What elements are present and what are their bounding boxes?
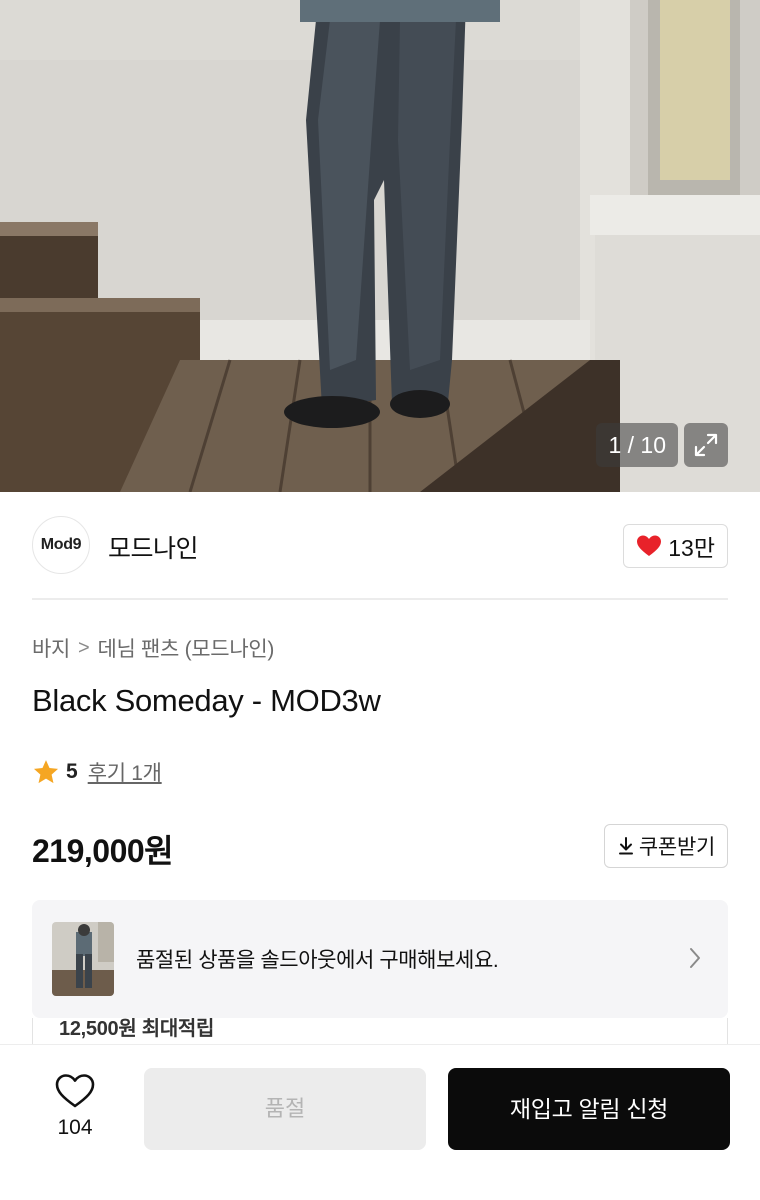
points-text: 12,500원 최대적립 bbox=[59, 1018, 215, 1040]
product-title: Black Someday - MOD3w bbox=[32, 683, 381, 718]
product-price: 219,000원 bbox=[32, 833, 174, 869]
soldout-promo-banner[interactable]: 품절된 상품을 솔드아웃에서 구매해보세요. bbox=[32, 900, 728, 1018]
image-counter: 1 / 10 bbox=[596, 423, 678, 467]
rating-value: 5 bbox=[66, 760, 78, 783]
soldout-button[interactable]: 품절 bbox=[144, 1068, 426, 1150]
points-info: 12,500원 최대적립 bbox=[32, 1018, 728, 1044]
rating-row: 5 후기 1개 bbox=[32, 757, 162, 787]
promo-text: 품절된 상품을 솔드아웃에서 구매해보세요. bbox=[136, 949, 499, 972]
breadcrumb-category[interactable]: 바지 bbox=[32, 633, 70, 663]
divider bbox=[32, 598, 728, 600]
chevron-right-icon bbox=[690, 948, 700, 968]
heart-outline-icon bbox=[55, 1074, 95, 1108]
download-icon bbox=[618, 837, 633, 855]
restock-alert-button[interactable]: 재입고 알림 신청 bbox=[448, 1068, 730, 1150]
promo-thumbnail bbox=[52, 922, 114, 996]
product-photo bbox=[0, 0, 760, 492]
breadcrumb-subcategory[interactable]: 데님 팬츠 (모드나인) bbox=[97, 633, 274, 663]
heart-filled-icon bbox=[637, 535, 662, 556]
coupon-button[interactable]: 쿠폰받기 bbox=[603, 824, 728, 868]
shop-logo[interactable]: Mod9 bbox=[32, 516, 90, 574]
breadcrumb: 바지 > 데님 팬츠 (모드나인) bbox=[32, 633, 274, 663]
shop-like-button[interactable]: 13만 bbox=[623, 524, 728, 568]
wishlist-count: 104 bbox=[57, 1116, 93, 1139]
product-image-gallery[interactable]: 1 / 10 bbox=[0, 0, 760, 492]
review-link[interactable]: 후기 1개 bbox=[88, 757, 162, 787]
star-icon bbox=[33, 760, 59, 784]
shop-name[interactable]: 모드나인 bbox=[108, 529, 199, 565]
shop-like-count: 13만 bbox=[668, 535, 715, 561]
chevron-right-icon: > bbox=[78, 636, 90, 659]
wishlist-button[interactable]: 104 bbox=[46, 1073, 104, 1140]
expand-icon[interactable] bbox=[684, 423, 728, 467]
bottom-action-bar: 104 품절 재입고 알림 신청 bbox=[0, 1044, 760, 1200]
coupon-label: 쿠폰받기 bbox=[638, 836, 715, 859]
shop-row[interactable]: Mod9 모드나인 13만 bbox=[32, 516, 728, 576]
